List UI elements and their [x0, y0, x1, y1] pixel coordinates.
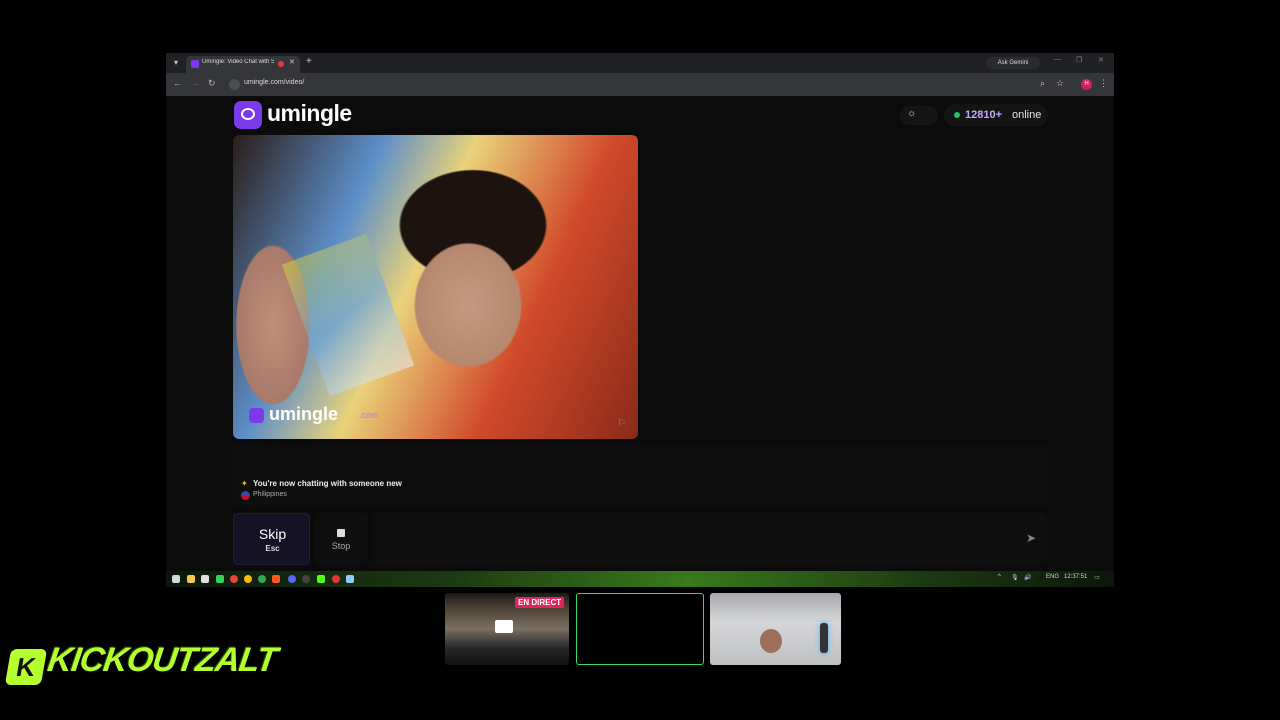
star-icon[interactable]: ☆ [1056, 78, 1064, 89]
kick-icon[interactable] [317, 575, 325, 583]
message-input[interactable] [373, 513, 1047, 565]
windows-taskbar: ^ 🎙 🔊 ENG 12:37:51 ▭ [166, 571, 1114, 587]
browser-window: ▾ Umingle: Video Chat with S ✕ + Ask Gem… [166, 53, 1114, 587]
recording-icon [278, 61, 284, 67]
app-icon[interactable] [201, 575, 209, 583]
stop-button[interactable]: Stop [314, 513, 368, 565]
reload-icon[interactable]: ↻ [208, 78, 216, 89]
chevron-down-icon[interactable]: ▾ [170, 57, 182, 69]
site-info-icon[interactable] [229, 79, 240, 90]
stream-thumbnail-live[interactable]: EN DIRECT [445, 593, 569, 665]
brand-text: KICKOUTZALT [45, 641, 279, 679]
watermark-text: umingle [269, 404, 339, 424]
streamer-avatar [760, 629, 782, 653]
theme-toggle[interactable]: ☼ [900, 106, 938, 125]
stop-label: Stop [331, 541, 351, 551]
menu-icon[interactable]: ⋮ [1099, 78, 1108, 89]
online-dot [954, 112, 960, 118]
online-count: 12810+ [965, 109, 1003, 121]
philippines-flag-icon [241, 491, 250, 500]
video-pillow [281, 233, 415, 397]
system-message: You're now chatting with someone new [253, 479, 402, 488]
zoom-icon[interactable]: ⌕ [1040, 78, 1045, 89]
remote-video: umingle .com ⚐ [233, 135, 638, 439]
umingle-favicon-icon [191, 60, 199, 68]
webcam-thumbnail[interactable] [710, 593, 841, 665]
sun-icon: ☼ [907, 108, 917, 119]
window-close-icon[interactable]: ✕ [1098, 56, 1104, 64]
profile-avatar[interactable]: H [1081, 79, 1092, 90]
app-icon[interactable] [346, 575, 354, 583]
ask-gemini-label: Ask Gemini [997, 60, 1029, 66]
start-icon[interactable] [172, 575, 180, 583]
chrome-icon[interactable] [230, 575, 238, 583]
country-label: Philippines [253, 491, 287, 498]
mic-icon[interactable]: 🎙 [1011, 574, 1019, 581]
app-icon[interactable] [216, 575, 224, 583]
tab-title: Umingle: Video Chat with S [202, 59, 274, 65]
online-label: online [1012, 109, 1042, 121]
address-bar: ← → ↻ umingle.com/video/ ⌕ ☆ H ⋮ [166, 73, 1114, 96]
url-text: umingle.com/video/ [244, 79, 305, 86]
stream-thumbnail-blank[interactable] [576, 593, 704, 665]
kickoutzalt-logo: K KICKOUTZALT [4, 625, 298, 705]
skip-label: Skip [258, 526, 287, 542]
skip-button[interactable]: Skip Esc [233, 513, 310, 565]
flag-icon[interactable]: ⚐ [617, 418, 626, 429]
minimize-icon[interactable]: — [1054, 56, 1061, 63]
maximize-icon[interactable]: ❐ [1076, 56, 1082, 64]
language-indicator[interactable]: ENG [1046, 574, 1059, 580]
tab-strip: ▾ Umingle: Video Chat with S ✕ + Ask Gem… [166, 53, 1114, 73]
send-icon[interactable]: ➤ [1026, 531, 1036, 545]
obs-icon[interactable] [302, 575, 310, 583]
live-badge: EN DIRECT [515, 597, 565, 608]
watermark-domain: .com [359, 410, 379, 420]
back-icon[interactable]: ← [173, 78, 182, 88]
screen-share-icon [495, 620, 513, 633]
chat-log: ✦ You're now chatting with someone new P… [233, 444, 1047, 508]
chrome-icon[interactable] [258, 575, 266, 583]
brave-icon[interactable] [272, 575, 280, 583]
close-icon[interactable]: ✕ [289, 58, 295, 66]
chat-bubble-icon [249, 408, 264, 423]
file-explorer-icon[interactable] [187, 575, 195, 583]
discord-icon[interactable] [288, 575, 296, 583]
clock[interactable]: 12:37:51 [1064, 574, 1087, 580]
skip-shortcut: Esc [265, 544, 280, 553]
logo-text: umingle [267, 100, 352, 126]
url-field[interactable]: umingle.com/video/ [226, 77, 1046, 92]
record-icon[interactable] [332, 575, 340, 583]
tab-umingle[interactable]: Umingle: Video Chat with S ✕ [186, 56, 300, 73]
chrome-icon[interactable] [244, 575, 252, 583]
forward-icon[interactable]: → [191, 78, 200, 88]
stop-icon [337, 529, 345, 537]
volume-icon[interactable]: 🔊 [1024, 574, 1031, 581]
kick-k-icon: K [4, 649, 48, 685]
ask-gemini-button[interactable]: Ask Gemini [986, 57, 1040, 69]
plus-icon[interactable]: + [306, 56, 312, 67]
chat-bubble-icon [234, 101, 262, 129]
microphone-icon [820, 623, 828, 653]
notifications-icon[interactable]: ▭ [1094, 574, 1100, 581]
sparkle-icon: ✦ [241, 479, 248, 488]
online-counter: 12810+ online [944, 104, 1048, 126]
tray-chevron-icon[interactable]: ^ [998, 574, 1001, 580]
